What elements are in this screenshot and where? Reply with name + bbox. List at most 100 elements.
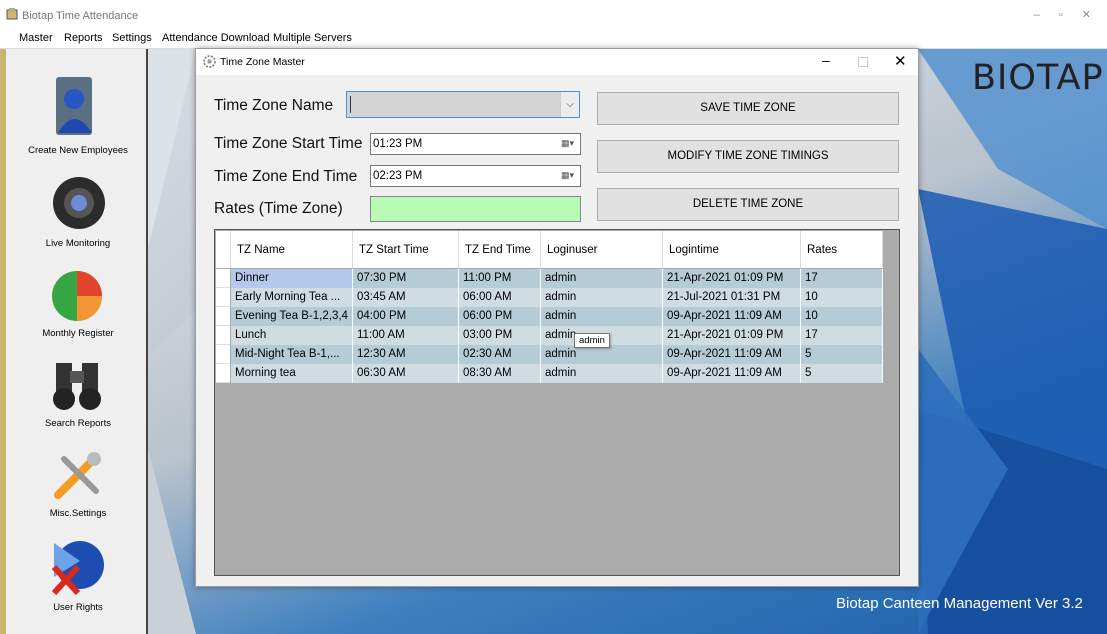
version-label: Biotap Canteen Management Ver 3.2 [836,595,1083,612]
pie-chart-icon [52,271,102,321]
table-cell[interactable]: 02:30 AM [459,345,541,364]
row-header-corner [216,231,231,268]
start-time-value: 01:23 PM [373,138,423,150]
table-cell[interactable]: 5 [801,345,883,364]
delete-time-zone-button[interactable]: DELETE TIME ZONE [597,188,899,221]
row-header[interactable] [216,345,230,364]
column-header-tz-name[interactable]: TZ Name [231,231,353,268]
menu-attendance-download[interactable]: Attendance Download [162,32,270,44]
table-cell[interactable]: 11:00 PM [459,269,541,288]
table-cell[interactable]: 06:00 AM [459,288,541,307]
table-cell[interactable]: Dinner [231,269,353,288]
time-zone-grid[interactable]: TZ Name TZ Start Time TZ End Time Loginu… [214,229,900,576]
table-row[interactable]: Lunch 11:00 AM 03:00 PM admin 21-Apr-2021 01… [215,326,883,345]
row-header[interactable] [216,269,230,288]
table-cell[interactable]: 21-Jul-2021 01:31 PM [663,288,801,307]
binoculars-icon [53,363,101,410]
menu-multiple-servers[interactable]: Multiple Servers [273,32,352,44]
table-cell[interactable]: 12:30 AM [353,345,459,364]
table-cell[interactable]: Mid-Night Tea B-1,... [231,345,353,364]
column-header-rates[interactable]: Rates [801,231,883,268]
table-cell[interactable]: 21-Apr-2021 01:09 PM [663,326,801,345]
menu-bar: Master Reports Settings Attendance Downl… [0,30,1107,49]
table-row[interactable]: Early Morning Tea ... 03:45 AM 06:00 AM adm… [215,288,883,307]
table-cell[interactable]: 06:00 PM [459,307,541,326]
table-cell[interactable]: 17 [801,269,883,288]
user-rights-icon [51,541,104,595]
table-cell[interactable]: 08:30 AM [459,364,541,383]
table-cell[interactable]: Lunch [231,326,353,345]
table-cell[interactable]: 11:00 AM [353,326,459,345]
rates-input[interactable] [370,196,581,222]
calendar-dropdown-icon[interactable]: ▦▾ [561,138,574,149]
time-zone-name-label: Time Zone Name [214,97,334,114]
table-cell[interactable]: 09-Apr-2021 11:09 AM [663,307,801,326]
table-cell[interactable]: Evening Tea B-1,2,3,4 [231,307,353,326]
menu-master[interactable]: Master [19,32,53,44]
employee-icon [56,77,92,135]
table-cell[interactable]: admin [541,288,663,307]
row-header[interactable] [216,326,230,345]
start-time-picker[interactable]: 01:23 PM ▦▾ [370,133,581,155]
minimize-button[interactable]: – [1034,9,1048,21]
table-cell[interactable]: 09-Apr-2021 11:09 AM [663,364,801,383]
table-row[interactable]: Dinner 07:30 PM 11:00 PM admin 21-Apr-2021 0… [215,269,883,288]
rates-label: Rates (Time Zone) [214,200,343,217]
table-cell[interactable]: 04:00 PM [353,307,459,326]
dialog-minimize-button[interactable]: – [822,52,830,68]
sidebar: Create New Employees Live Monitoring Mon… [6,49,148,634]
table-row[interactable]: Evening Tea B-1,2,3,4 04:00 PM 06:00 PM adm… [215,307,883,326]
sidebar-item-label: Misc.Settings [49,508,107,519]
calendar-dropdown-icon[interactable]: ▦▾ [561,170,574,181]
column-header-tz-start[interactable]: TZ Start Time [353,231,459,268]
table-cell[interactable]: 03:00 PM [459,326,541,345]
text-caret [350,96,351,113]
sidebar-item-label: Live Monitoring [45,238,111,249]
app-title: Biotap Time Attendance [22,10,139,22]
table-cell[interactable]: 06:30 AM [353,364,459,383]
table-row[interactable]: Morning tea 06:30 AM 08:30 AM admin 09-Apr-2… [215,364,883,383]
sidebar-item-label: Monthly Register [42,328,114,339]
chevron-down-icon[interactable]: ⌵ [560,92,579,117]
table-cell[interactable]: Morning tea [231,364,353,383]
sidebar-item-label: Search Reports [44,418,111,429]
dialog-close-button[interactable]: ✕ [894,52,907,70]
table-cell[interactable]: 09-Apr-2021 11:09 AM [663,345,801,364]
time-zone-name-combo[interactable]: ⌵ [346,91,580,118]
time-zone-start-label: Time Zone Start Time [214,135,363,152]
column-header-loginuser[interactable]: Loginuser [541,231,663,268]
save-time-zone-button[interactable]: SAVE TIME ZONE [597,92,899,125]
row-header[interactable] [216,364,230,383]
table-cell[interactable]: 21-Apr-2021 01:09 PM [663,269,801,288]
camera-icon [53,177,105,229]
time-zone-end-label: Time Zone End Time [214,168,358,185]
table-cell[interactable]: 07:30 PM [353,269,459,288]
app-icon [6,8,18,20]
table-cell[interactable]: admin [541,307,663,326]
window-controls[interactable]: – ▫ ✕ [1034,8,1099,21]
dialog-title: Time Zone Master [220,56,305,68]
gear-icon [203,55,216,68]
table-cell[interactable]: 5 [801,364,883,383]
dialog-maximize-button[interactable] [858,57,868,67]
close-button[interactable]: ✕ [1082,9,1099,21]
table-cell[interactable]: 10 [801,288,883,307]
maximize-button[interactable]: ▫ [1059,9,1071,21]
table-cell[interactable]: Early Morning Tea ... [231,288,353,307]
column-header-logintime[interactable]: Logintime [663,231,801,268]
modify-time-zone-button[interactable]: MODIFY TIME ZONE TIMINGS [597,140,899,173]
menu-reports[interactable]: Reports [64,32,103,44]
row-header[interactable] [216,307,230,326]
sidebar-item-label: Create New Employees [28,145,128,156]
sidebar-item-label: User Rights [53,602,103,613]
column-header-tz-end[interactable]: TZ End Time [459,231,541,268]
table-cell[interactable]: 17 [801,326,883,345]
table-cell[interactable]: admin [541,364,663,383]
table-row[interactable]: Mid-Night Tea B-1,... 12:30 AM 02:30 AM adm… [215,345,883,364]
end-time-picker[interactable]: 02:23 PM ▦▾ [370,165,581,187]
menu-settings[interactable]: Settings [112,32,152,44]
table-cell[interactable]: 10 [801,307,883,326]
row-header[interactable] [216,288,230,307]
table-cell[interactable]: admin [541,269,663,288]
table-cell[interactable]: 03:45 AM [353,288,459,307]
